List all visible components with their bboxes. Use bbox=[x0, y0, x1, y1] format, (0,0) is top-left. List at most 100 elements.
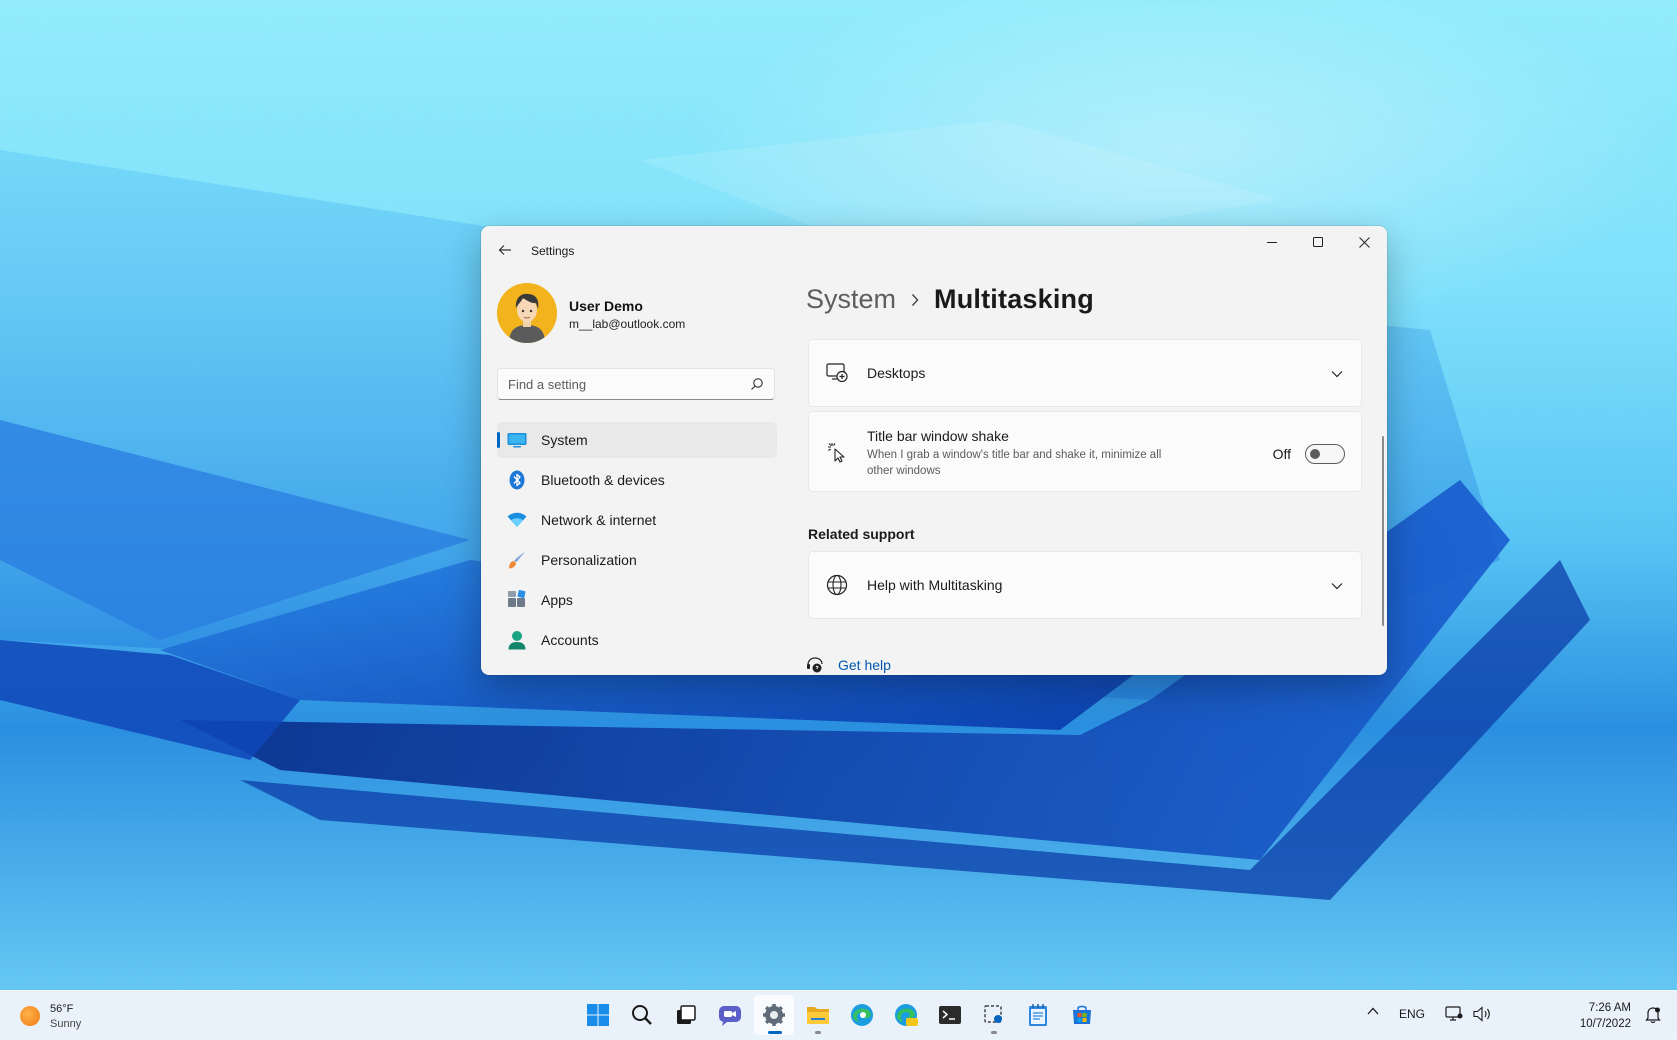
sidebar-item-label: Apps bbox=[541, 592, 573, 608]
chat-icon bbox=[719, 1006, 741, 1026]
settings-icon bbox=[763, 1004, 785, 1026]
clock-time: 7:26 AM bbox=[1588, 1002, 1631, 1014]
clock[interactable]: 7:26 AM 10/7/2022 bbox=[1580, 1000, 1631, 1032]
terminal-icon bbox=[939, 1006, 961, 1024]
show-hidden-icons-button[interactable] bbox=[1367, 1007, 1379, 1015]
weather-temperature: 56°F bbox=[50, 1003, 74, 1015]
chevron-down-icon[interactable] bbox=[1329, 366, 1345, 382]
sidebar-item-label: Personalization bbox=[541, 552, 637, 568]
back-arrow-icon bbox=[498, 245, 511, 255]
apps-icon bbox=[507, 590, 527, 610]
shake-description: When I grab a window's title bar and sha… bbox=[867, 449, 1162, 477]
title-bar-shake-toggle[interactable] bbox=[1305, 444, 1345, 464]
maximize-icon bbox=[1313, 237, 1323, 247]
avatar[interactable] bbox=[497, 283, 557, 343]
search-input[interactable] bbox=[498, 369, 738, 399]
sidebar-item-bluetooth[interactable]: Bluetooth & devices bbox=[497, 462, 777, 498]
desktops-icon bbox=[825, 361, 849, 385]
chat-button[interactable] bbox=[710, 995, 750, 1035]
user-avatar-icon bbox=[497, 283, 557, 343]
maximize-button[interactable] bbox=[1295, 226, 1341, 258]
sidebar-item-accounts[interactable]: Accounts bbox=[497, 622, 777, 658]
snipping-tool-button[interactable] bbox=[974, 995, 1014, 1035]
taskbar-apps bbox=[576, 991, 1104, 1040]
sun-icon bbox=[20, 1006, 40, 1026]
minimize-icon bbox=[1267, 242, 1277, 243]
settings-taskbar-button[interactable] bbox=[754, 995, 794, 1035]
taskbar-search-button[interactable] bbox=[622, 995, 662, 1035]
active-indicator bbox=[768, 1031, 782, 1034]
store-icon bbox=[1073, 1005, 1091, 1024]
user-name: User Demo bbox=[569, 298, 643, 314]
sidebar-item-label: System bbox=[541, 432, 588, 448]
chevron-up-icon bbox=[1367, 1007, 1379, 1015]
notification-bell-icon bbox=[1645, 1007, 1661, 1024]
chevron-down-icon[interactable] bbox=[1329, 578, 1345, 594]
window-title: Settings bbox=[531, 244, 575, 258]
brush-icon bbox=[507, 550, 527, 570]
notifications-button[interactable] bbox=[1645, 1006, 1661, 1024]
weather-widget[interactable]: 56°F Sunny bbox=[18, 1001, 138, 1031]
toggle-knob bbox=[1310, 449, 1320, 459]
get-help-label: Get help bbox=[838, 657, 891, 673]
desktops-title: Desktops bbox=[867, 365, 926, 381]
get-help-link[interactable]: Get help bbox=[806, 656, 891, 674]
chevron-right-icon bbox=[910, 293, 920, 307]
breadcrumb: System Multitasking bbox=[806, 284, 1094, 315]
search-icon[interactable] bbox=[750, 377, 764, 391]
sidebar-item-personalization[interactable]: Personalization bbox=[497, 542, 777, 578]
back-button[interactable] bbox=[491, 236, 519, 264]
start-button[interactable] bbox=[578, 995, 618, 1035]
sidebar-item-apps[interactable]: Apps bbox=[497, 582, 777, 618]
sidebar-nav: System Bluetooth & devices Network & int… bbox=[497, 422, 777, 662]
edge-canary-icon bbox=[895, 1004, 918, 1026]
close-button[interactable] bbox=[1341, 226, 1387, 258]
store-button[interactable] bbox=[1062, 995, 1102, 1035]
task-view-button[interactable] bbox=[666, 995, 706, 1035]
breadcrumb-parent[interactable]: System bbox=[806, 284, 896, 315]
file-explorer-button[interactable] bbox=[798, 995, 838, 1035]
desktops-card[interactable]: Desktops bbox=[808, 339, 1362, 407]
sidebar-item-network[interactable]: Network & internet bbox=[497, 502, 777, 538]
globe-icon bbox=[825, 573, 849, 597]
task-view-icon bbox=[677, 1005, 696, 1024]
wifi-icon bbox=[507, 510, 527, 530]
toggle-state-label: Off bbox=[1272, 446, 1291, 462]
snipping-tool-icon bbox=[984, 1005, 1002, 1023]
sidebar-item-system[interactable]: System bbox=[497, 422, 777, 458]
system-icon bbox=[507, 430, 527, 450]
start-icon bbox=[587, 1004, 609, 1026]
edge-canary-button[interactable] bbox=[886, 995, 926, 1035]
accounts-icon bbox=[507, 630, 527, 650]
sidebar-item-label: Network & internet bbox=[541, 512, 657, 528]
edge-button[interactable] bbox=[842, 995, 882, 1035]
running-indicator bbox=[815, 1031, 821, 1034]
settings-window: Settings User Demo m__lab@outlook.com Fi… bbox=[481, 226, 1387, 675]
terminal-button[interactable] bbox=[930, 995, 970, 1035]
notepad-button[interactable] bbox=[1018, 995, 1058, 1035]
language-indicator[interactable]: ENG bbox=[1399, 1007, 1425, 1021]
sidebar-item-label: Bluetooth & devices bbox=[541, 472, 665, 488]
help-title: Help with Multitasking bbox=[867, 577, 1003, 593]
weather-condition: Sunny bbox=[50, 1018, 82, 1030]
taskbar: 56°F Sunny ENG 7:26 AM 10/7/2022 bbox=[0, 990, 1677, 1040]
page-title: Multitasking bbox=[934, 284, 1094, 314]
content-scrollbar[interactable] bbox=[1382, 436, 1384, 626]
search-box bbox=[497, 368, 775, 400]
window-shake-icon bbox=[825, 440, 849, 464]
running-indicator bbox=[991, 1031, 997, 1034]
clock-date: 10/7/2022 bbox=[1579, 1018, 1631, 1030]
minimize-button[interactable] bbox=[1249, 226, 1295, 258]
get-help-icon bbox=[807, 657, 823, 673]
title-bar: Settings bbox=[481, 226, 1387, 274]
help-with-multitasking-card[interactable]: Help with Multitasking bbox=[808, 551, 1362, 619]
title-bar-shake-card: Title bar window shake When I grab a win… bbox=[808, 411, 1362, 492]
volume-icon bbox=[1473, 1006, 1490, 1022]
search-icon bbox=[632, 1005, 652, 1025]
network-tray-button[interactable] bbox=[1445, 1006, 1463, 1022]
user-email: m__lab@outlook.com bbox=[569, 317, 686, 331]
shake-title: Title bar window shake bbox=[867, 428, 1009, 444]
sidebar-item-label: Accounts bbox=[541, 632, 599, 648]
file-explorer-icon bbox=[807, 1007, 829, 1024]
volume-tray-button[interactable] bbox=[1473, 1006, 1491, 1022]
